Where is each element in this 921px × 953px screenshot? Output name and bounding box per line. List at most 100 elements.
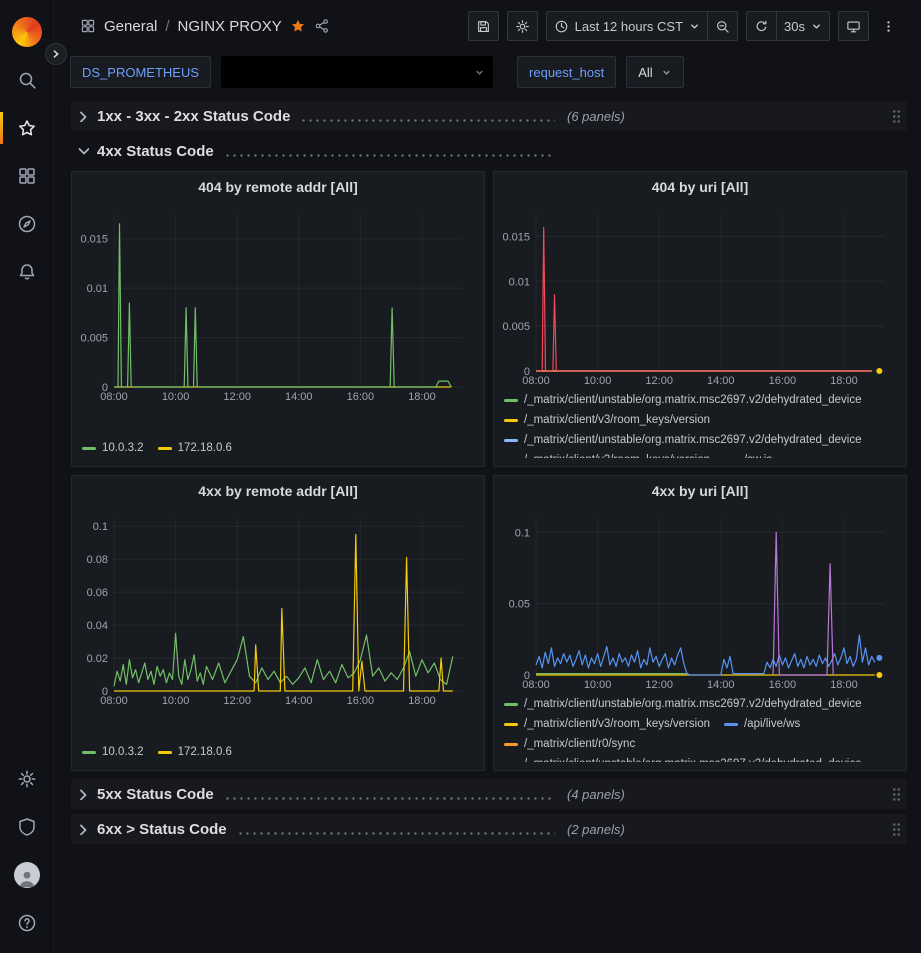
row-drag-handle[interactable]	[892, 787, 901, 802]
panel-legend: /_matrix/client/unstable/org.matrix.msc2…	[504, 390, 896, 458]
search-icon	[17, 70, 37, 90]
legend-item[interactable]: /sw.js	[724, 451, 772, 458]
sidebar-item-dashboards[interactable]	[0, 152, 54, 200]
svg-text:0: 0	[102, 382, 108, 394]
svg-text:0.05: 0.05	[509, 599, 530, 611]
legend-item[interactable]: 10.0.3.2	[82, 743, 144, 762]
sidebar-item-profile[interactable]	[0, 851, 54, 899]
legend-item[interactable]: /_matrix/client/unstable/org.matrix.msc2…	[504, 695, 862, 714]
legend-item[interactable]: /_matrix/client/r0/sync	[504, 735, 635, 754]
legend-series-label: 172.18.0.6	[178, 439, 232, 458]
more-options-button[interactable]	[877, 11, 907, 41]
svg-text:0: 0	[102, 686, 108, 698]
svg-text:18:00: 18:00	[830, 375, 858, 387]
panel-title[interactable]: 4xx by remote addr [All]	[72, 476, 484, 506]
svg-text:0.02: 0.02	[87, 653, 108, 665]
legend-series-mark	[82, 447, 96, 450]
legend-series-label: 10.0.3.2	[102, 743, 144, 762]
save-dashboard-button[interactable]	[468, 11, 499, 41]
sidebar-item-settings[interactable]	[0, 755, 54, 803]
legend-series-mark	[504, 743, 518, 746]
legend-series-mark	[504, 399, 518, 402]
row-drag-handle[interactable]	[892, 109, 901, 124]
svg-text:0.1: 0.1	[93, 521, 108, 533]
legend-item[interactable]: 172.18.0.6	[158, 439, 232, 458]
row-header-1xx-3xx-2xx[interactable]: 1xx - 3xx - 2xx Status Code (6 panels)	[71, 101, 907, 131]
chart-canvas[interactable]: 08:0010:0012:0014:0016:0018:0000.0050.01…	[78, 204, 478, 404]
legend-series-label: /_matrix/client/unstable/org.matrix.msc2…	[524, 431, 862, 450]
legend-item[interactable]: /_matrix/client/v3/room_keys/version	[504, 451, 710, 458]
legend-series-label: 172.18.0.6	[178, 743, 232, 762]
legend-series-mark	[158, 751, 172, 754]
dashboard-settings-button[interactable]	[507, 11, 538, 41]
legend-item[interactable]: /_matrix/client/unstable/org.matrix.msc2…	[504, 755, 862, 762]
legend-item[interactable]: /_matrix/client/v3/room_keys/version	[504, 411, 710, 430]
person-icon	[17, 868, 37, 888]
zoom-out-button[interactable]	[708, 11, 738, 41]
sidebar-item-explore[interactable]	[0, 200, 54, 248]
row-header-5xx[interactable]: 5xx Status Code (4 panels)	[71, 779, 907, 809]
save-icon	[476, 19, 491, 34]
svg-text:0: 0	[524, 366, 530, 378]
svg-text:18:00: 18:00	[830, 679, 858, 691]
sidebar-item-alerting[interactable]	[0, 248, 54, 296]
svg-text:0: 0	[524, 670, 530, 682]
sidebar-item-starred[interactable]	[0, 104, 54, 152]
svg-text:16:00: 16:00	[347, 391, 375, 403]
chevron-down-icon	[474, 67, 485, 78]
refresh-interval-dropdown[interactable]: 30s	[777, 11, 830, 41]
page-title[interactable]: NGINX PROXY	[178, 18, 282, 35]
favorite-star-icon[interactable]	[290, 18, 306, 34]
panel-title[interactable]: 4xx by uri [All]	[494, 476, 906, 506]
kiosk-mode-button[interactable]	[838, 11, 869, 41]
datasource-variable-select[interactable]	[221, 56, 493, 88]
sidebar-item-search[interactable]	[0, 56, 54, 104]
chart-canvas[interactable]: 08:0010:0012:0014:0016:0018:0000.020.040…	[78, 508, 478, 708]
chevron-down-icon	[811, 21, 822, 32]
sidebar	[0, 0, 54, 953]
sidebar-item-help[interactable]	[0, 899, 54, 947]
panel-title[interactable]: 404 by uri [All]	[494, 172, 906, 202]
legend-series-label: /sw.js	[744, 451, 772, 458]
svg-text:0.01: 0.01	[509, 276, 530, 288]
svg-text:0.015: 0.015	[80, 234, 108, 246]
gear-icon	[515, 19, 530, 34]
legend-item[interactable]: /_matrix/client/unstable/org.matrix.msc2…	[504, 391, 862, 410]
chevron-down-icon	[689, 21, 700, 32]
row-header-6xx[interactable]: 6xx > Status Code (2 panels)	[71, 814, 907, 844]
refresh-interval-label: 30s	[784, 19, 805, 34]
sidebar-item-server-admin[interactable]	[0, 803, 54, 851]
panel-title[interactable]: 404 by remote addr [All]	[72, 172, 484, 202]
legend-series-label: /_matrix/client/v3/room_keys/version	[524, 411, 710, 430]
time-controls: Last 12 hours CST	[546, 11, 738, 41]
refresh-button[interactable]	[746, 11, 777, 41]
legend-item[interactable]: /api/live/ws	[724, 715, 800, 734]
panel-404-by-uri: 404 by uri [All] 08:0010:0012:0014:0016:…	[493, 171, 907, 467]
legend-item[interactable]: /_matrix/client/unstable/org.matrix.msc2…	[504, 431, 862, 450]
panel-legend: /_matrix/client/unstable/org.matrix.msc2…	[504, 694, 896, 762]
avatar	[14, 862, 40, 888]
row-header-4xx[interactable]: 4xx Status Code	[71, 136, 907, 166]
refresh-controls: 30s	[746, 11, 830, 41]
legend-series-label: /_matrix/client/unstable/org.matrix.msc2…	[524, 391, 862, 410]
help-icon	[17, 913, 37, 933]
row-drag-handle[interactable]	[892, 822, 901, 837]
svg-text:0.1: 0.1	[515, 527, 530, 539]
breadcrumb-section[interactable]: General	[104, 18, 157, 35]
svg-text:0.005: 0.005	[80, 333, 108, 345]
chart-canvas[interactable]: 08:0010:0012:0014:0016:0018:0000.0050.01…	[500, 204, 900, 388]
svg-text:12:00: 12:00	[645, 375, 673, 387]
legend-item[interactable]: 10.0.3.2	[82, 439, 144, 458]
row-panel-count: (6 panels)	[567, 109, 625, 124]
share-icon[interactable]	[314, 18, 330, 34]
expand-sidebar-button[interactable]	[45, 43, 67, 65]
svg-text:0.08: 0.08	[87, 554, 108, 566]
panels-grid: 404 by remote addr [All] 08:0010:0012:00…	[71, 171, 907, 771]
legend-item[interactable]: /_matrix/client/v3/room_keys/version	[504, 715, 710, 734]
chart-canvas[interactable]: 08:0010:0012:0014:0016:0018:0000.050.1	[500, 508, 900, 692]
svg-text:18:00: 18:00	[408, 391, 436, 403]
legend-item[interactable]: 172.18.0.6	[158, 743, 232, 762]
request-host-variable-select[interactable]: All	[626, 56, 683, 88]
clock-icon	[554, 19, 569, 34]
time-range-picker[interactable]: Last 12 hours CST	[546, 11, 708, 41]
